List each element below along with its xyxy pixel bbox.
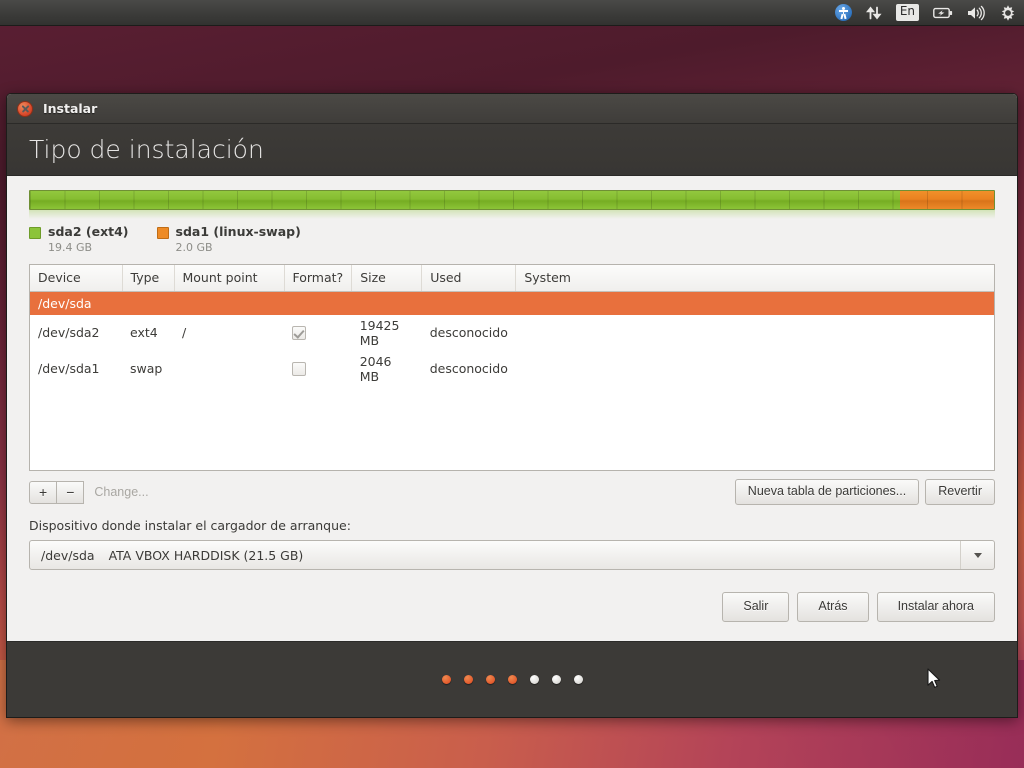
- progress-dot: [507, 675, 517, 684]
- network-icon[interactable]: [859, 0, 889, 26]
- system-settings-icon[interactable]: [992, 0, 1024, 26]
- partition-bar-segment-sda1: [899, 191, 994, 209]
- format-checkbox[interactable]: [292, 326, 306, 341]
- legend-item: sda1 (linux-swap) 2.0 GB: [156, 224, 301, 255]
- cell-used: desconocido: [429, 361, 508, 376]
- cell-mountpoint: /: [182, 325, 187, 340]
- remove-partition-button[interactable]: −: [57, 480, 85, 504]
- column-header-format[interactable]: Format?: [284, 265, 353, 292]
- bootloader-device-description: ATA VBOX HARDDISK (21.5 GB): [108, 547, 304, 563]
- wizard-actions: Salir Atrás Instalar ahora: [29, 592, 995, 622]
- legend-size: 2.0 GB: [175, 241, 213, 254]
- column-header-type[interactable]: Type: [122, 265, 175, 292]
- revert-button[interactable]: Revertir: [925, 479, 995, 505]
- cell-type: ext4: [130, 325, 158, 340]
- cell-format[interactable]: [284, 315, 352, 351]
- progress-dot: [551, 675, 561, 684]
- table-header-row: Device Type Mount point Format? Size Use…: [30, 265, 994, 292]
- volume-icon[interactable]: [960, 0, 992, 26]
- window-title-bar: Instalar: [7, 94, 1017, 124]
- column-header-mountpoint[interactable]: Mount point: [174, 265, 285, 292]
- back-button[interactable]: Atrás: [797, 592, 869, 622]
- cell-format[interactable]: [284, 351, 352, 387]
- wizard-footer: [7, 641, 1017, 717]
- progress-dots: [441, 675, 583, 684]
- partition-toolbar: + − Change... Nueva tabla de particiones…: [29, 479, 995, 505]
- keyboard-layout-label: En: [895, 4, 919, 21]
- installer-content: sda2 (ext4) 19.4 GB sda1 (linux-swap) 2.…: [7, 176, 1017, 641]
- partition-usage-bar: [29, 190, 995, 210]
- page-header: Tipo de instalación: [7, 124, 1017, 176]
- change-partition-button[interactable]: Change...: [84, 481, 158, 504]
- legend-label: sda2 (ext4): [48, 224, 129, 239]
- cell-type: swap: [130, 361, 163, 376]
- bootloader-device-select[interactable]: /dev/sda ATA VBOX HARDDISK (21.5 GB): [29, 540, 995, 570]
- cell-system: [516, 315, 994, 351]
- cell-size: 19425 MB: [359, 317, 400, 348]
- format-checkbox[interactable]: [292, 362, 306, 377]
- table-row[interactable]: /dev/sda: [30, 291, 994, 315]
- cell-size: 2046 MB: [359, 353, 392, 384]
- legend-swatch-icon: [29, 227, 41, 239]
- progress-dot: [485, 675, 495, 684]
- partition-table-header: Device Type Mount point Format? Size Use…: [30, 265, 994, 292]
- partition-table-actions: Nueva tabla de particiones... Revertir: [734, 479, 995, 505]
- cell-system: [516, 351, 994, 387]
- cell-mountpoint: [174, 351, 284, 387]
- cell-used: desconocido: [429, 325, 508, 340]
- partition-table: Device Type Mount point Format? Size Use…: [30, 265, 994, 387]
- install-now-button[interactable]: Instalar ahora: [876, 592, 995, 622]
- legend-swatch-icon: [156, 227, 169, 239]
- quit-button[interactable]: Salir: [722, 592, 790, 622]
- cell-device: /dev/sda2: [38, 325, 100, 340]
- window-title: Instalar: [43, 101, 98, 116]
- progress-dot: [441, 675, 451, 684]
- installer-window: Instalar Tipo de instalación sda2 (ext4)…: [6, 93, 1018, 718]
- column-header-size[interactable]: Size: [351, 265, 423, 292]
- close-icon[interactable]: [17, 100, 33, 117]
- add-remove-group: + − Change...: [29, 480, 159, 504]
- column-header-device[interactable]: Device: [30, 265, 123, 292]
- legend-label: sda1 (linux-swap): [175, 224, 301, 239]
- partition-bar-reflection: [29, 210, 995, 219]
- cell-device: /dev/sda1: [38, 361, 100, 376]
- partition-bar-segment-sda2: [30, 191, 900, 209]
- legend-size: 19.4 GB: [48, 241, 93, 254]
- battery-icon[interactable]: [926, 0, 960, 26]
- partition-table-container[interactable]: Device Type Mount point Format? Size Use…: [29, 264, 995, 471]
- accessibility-icon[interactable]: [828, 0, 859, 26]
- table-row[interactable]: /dev/sda2 ext4 / 19425 MB desconocido: [30, 315, 994, 351]
- bootloader-label: Dispositivo donde instalar el cargador d…: [29, 518, 351, 533]
- progress-dot: [573, 675, 583, 684]
- add-partition-button[interactable]: +: [29, 480, 58, 504]
- progress-dot: [529, 675, 539, 684]
- legend-item: sda2 (ext4) 19.4 GB: [29, 224, 129, 255]
- partition-legend: sda2 (ext4) 19.4 GB sda1 (linux-swap) 2.…: [29, 224, 995, 255]
- top-panel: En: [0, 0, 1024, 26]
- new-partition-table-button[interactable]: Nueva tabla de particiones...: [734, 479, 920, 505]
- progress-dot: [463, 675, 473, 684]
- column-header-system[interactable]: System: [515, 265, 994, 292]
- cell-device: /dev/sda: [38, 295, 92, 311]
- table-row[interactable]: /dev/sda1 swap 2046 MB desconocido: [30, 351, 994, 387]
- bootloader-device-value: /dev/sda: [41, 547, 95, 563]
- column-header-used[interactable]: Used: [421, 265, 517, 292]
- partition-table-body: /dev/sda /dev/sda2 ext4 / 19425 MB desco…: [30, 291, 994, 387]
- chevron-down-icon[interactable]: [960, 541, 994, 569]
- page-title: Tipo de instalación: [29, 135, 264, 164]
- keyboard-layout-indicator[interactable]: En: [889, 0, 926, 26]
